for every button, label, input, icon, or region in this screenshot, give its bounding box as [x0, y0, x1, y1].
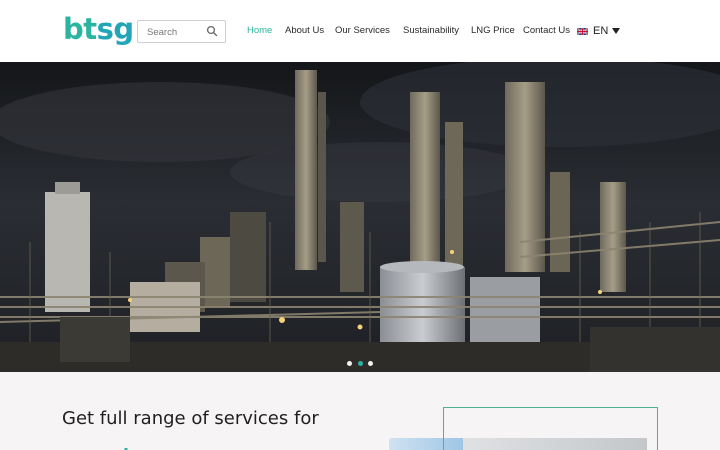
- cropped-headline-text: [124, 448, 128, 450]
- nav-about-us[interactable]: About Us: [285, 25, 324, 36]
- slider-dot-2[interactable]: [357, 361, 363, 366]
- btsg-logo[interactable]: btsg: [63, 12, 134, 46]
- image-frame: [443, 407, 658, 450]
- language-label: EN: [593, 25, 609, 37]
- services-section: Get full range of services for: [0, 372, 720, 450]
- nav-home[interactable]: Home: [247, 25, 272, 36]
- logo-part-2: sg: [96, 12, 135, 46]
- chevron-down-icon[interactable]: [612, 28, 620, 34]
- uk-flag-icon: [577, 27, 588, 35]
- slider-dot-3[interactable]: [368, 361, 373, 366]
- slider-dot-1[interactable]: [347, 361, 352, 366]
- site-header: btsg Home About Us Our Services Sustaina…: [0, 0, 720, 62]
- hero-banner: [0, 62, 720, 372]
- section-headline: Get full range of services for: [62, 408, 319, 429]
- slider-dots: [0, 361, 720, 367]
- nav-contact-us[interactable]: Contact Us: [523, 25, 570, 36]
- logo-part-1: bt: [63, 12, 97, 46]
- nav-our-services[interactable]: Our Services: [335, 25, 390, 36]
- search-icon[interactable]: [206, 25, 218, 37]
- refinery-night-image: [0, 62, 720, 372]
- search-box: [137, 20, 226, 43]
- language-selector[interactable]: EN: [577, 24, 608, 38]
- search-input[interactable]: [147, 25, 207, 39]
- nav-sustainability[interactable]: Sustainability: [403, 25, 459, 36]
- nav-lng-price[interactable]: LNG Price: [471, 25, 515, 36]
